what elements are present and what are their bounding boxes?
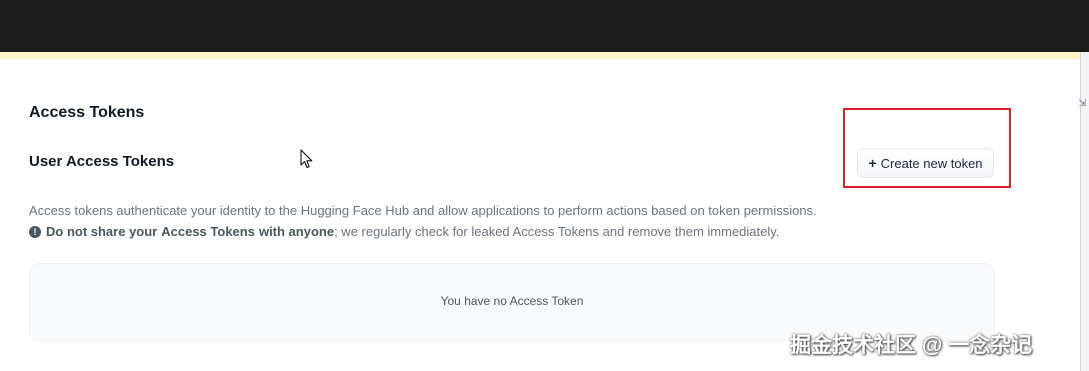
top-navigation-bar (0, 0, 1089, 52)
warning-bold-part2: Access Tokens (161, 224, 255, 239)
top-accent-strip (0, 52, 1080, 59)
user-access-tokens-heading: User Access Tokens (29, 153, 175, 170)
warning-bold-part3: with anyone (258, 224, 335, 239)
resize-corner-icon: ⇲ (1078, 98, 1087, 109)
section-title: Access Tokens (29, 104, 145, 121)
security-warning: ! Do not share your Access Tokens with a… (29, 224, 779, 239)
plus-icon: + (868, 155, 877, 171)
create-new-token-button[interactable]: + Create new token (857, 148, 994, 178)
watermark-text: 掘金技术社区 @ 一念杂记 (790, 334, 1033, 357)
empty-state-text: You have no Access Token (440, 294, 584, 308)
warning-bold-part1: Do not share your (46, 224, 158, 239)
warning-rest: ; we regularly check for leaked Access T… (334, 224, 780, 239)
create-new-token-label: Create new token (880, 155, 983, 171)
mouse-cursor-icon (300, 149, 313, 169)
tokens-description: Access tokens authenticate your identity… (29, 203, 817, 218)
warning-icon: ! (29, 225, 41, 238)
